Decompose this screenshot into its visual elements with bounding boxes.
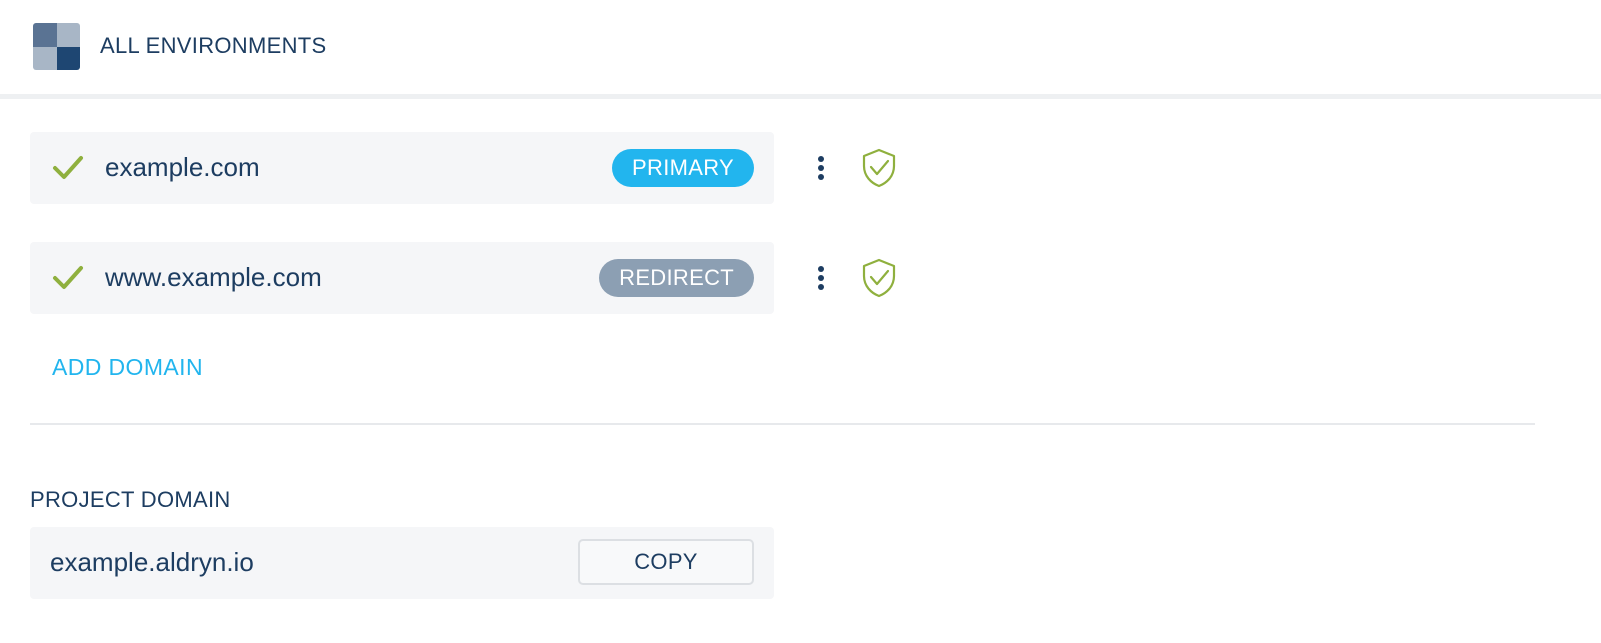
kebab-menu-icon[interactable] xyxy=(811,260,831,296)
environments-grid-icon xyxy=(33,23,80,70)
domain-name: example.com xyxy=(105,152,260,182)
environment-header: ALL ENVIRONMENTS xyxy=(0,0,1601,99)
shield-check-icon xyxy=(862,148,896,188)
redirect-badge: REDIRECT xyxy=(599,259,754,297)
add-domain-link[interactable]: ADD DOMAIN xyxy=(52,354,203,381)
project-domain-row: example.aldryn.io COPY xyxy=(30,527,774,599)
check-icon xyxy=(53,156,83,179)
primary-badge: PRIMARY xyxy=(612,149,754,187)
environment-title: ALL ENVIRONMENTS xyxy=(100,33,327,58)
kebab-menu-icon[interactable] xyxy=(811,150,831,186)
copy-button[interactable]: COPY xyxy=(578,539,754,585)
domain-row: www.example.com REDIRECT xyxy=(30,242,774,314)
shield-check-icon xyxy=(862,258,896,298)
project-domain-value: example.aldryn.io xyxy=(50,547,254,577)
divider xyxy=(30,423,1535,425)
domain-name: www.example.com xyxy=(105,262,322,292)
check-icon xyxy=(53,266,83,289)
project-domain-label: PROJECT DOMAIN xyxy=(30,487,231,512)
domain-row: example.com PRIMARY xyxy=(30,132,774,204)
